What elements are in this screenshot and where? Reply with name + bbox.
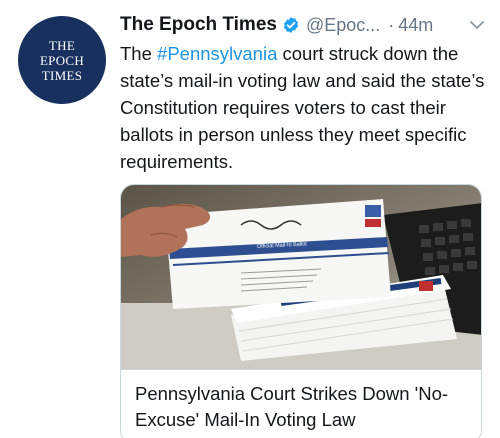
avatar-line: EPOCH: [39, 52, 85, 68]
display-name[interactable]: The Epoch Times: [120, 14, 277, 36]
separator-dot: ·: [388, 14, 395, 35]
tweet-text-lead: The: [120, 43, 158, 64]
chevron-down-icon[interactable]: [468, 16, 486, 34]
tweet[interactable]: THE EPOCH TIMES The Epoch Times @Epoc...…: [0, 0, 500, 438]
card-title[interactable]: Pennsylvania Court Strikes Down 'No-Excu…: [135, 381, 471, 433]
link-preview-card[interactable]: Official Mail-In Ballot Pennsylvania Cou…: [120, 184, 482, 438]
card-divider: [121, 369, 481, 370]
avatar-line: TIMES: [41, 67, 83, 83]
tweet-header: The Epoch Times @Epoc... · 44m: [120, 12, 492, 38]
tweet-text: The #Pennsylvania court struck down the …: [120, 40, 492, 175]
avatar[interactable]: THE EPOCH TIMES: [18, 16, 106, 104]
timestamp[interactable]: 44m: [398, 15, 433, 36]
card-image[interactable]: Official Mail-In Ballot: [121, 185, 482, 369]
avatar-line: THE: [48, 37, 76, 53]
verified-badge-icon: [282, 16, 300, 34]
handle[interactable]: @Epoc...: [306, 15, 380, 36]
hashtag-link[interactable]: #Pennsylvania: [157, 43, 277, 64]
